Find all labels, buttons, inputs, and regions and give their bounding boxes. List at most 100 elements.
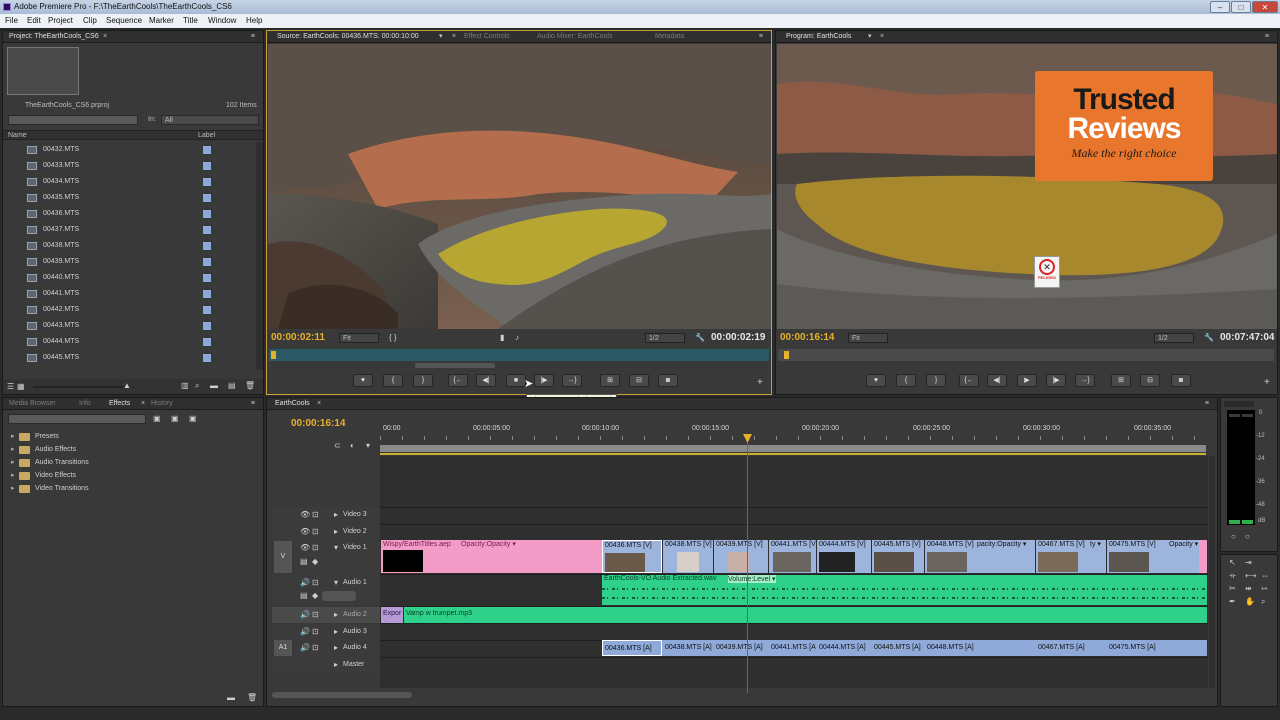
effects-search-input[interactable]: [8, 414, 146, 424]
accelerated-effects-icon[interactable]: ▣: [153, 414, 161, 424]
video-clip[interactable]: 00445.MTS [V]: [872, 540, 924, 573]
project-scrollbar[interactable]: [256, 142, 263, 370]
video-clip[interactable]: 00439.MTS [V]: [714, 540, 768, 573]
list-item[interactable]: 00441.MTS: [3, 286, 255, 302]
lock-icon[interactable]: ⊡: [312, 643, 319, 653]
export-frame-button[interactable]: ◙: [658, 374, 678, 387]
label-column-header[interactable]: Label: [198, 131, 215, 140]
eye-icon[interactable]: 👁: [300, 510, 310, 520]
menu-file[interactable]: File: [5, 14, 18, 28]
slide-tool-icon[interactable]: ⇿: [1261, 584, 1268, 594]
speaker-icon[interactable]: 🔊: [300, 627, 310, 637]
go-to-out-button[interactable]: →}: [562, 374, 582, 387]
automate-icon[interactable]: ▥: [181, 381, 189, 391]
lock-icon[interactable]: ⊡: [312, 627, 319, 637]
menu-window[interactable]: Window: [208, 14, 236, 28]
expand-triangle-icon[interactable]: ▸: [334, 627, 338, 637]
audio-clip[interactable]: 00448.MTS [A]: [925, 640, 1035, 656]
rate-stretch-tool-icon[interactable]: ⇔: [1261, 571, 1269, 581]
lift-button[interactable]: ⊞: [1111, 374, 1131, 387]
source-playhead-timecode[interactable]: 00:00:02:11: [271, 332, 325, 344]
collapse-triangle-icon[interactable]: ▾: [334, 578, 338, 588]
minimize-button[interactable]: –: [1210, 1, 1230, 13]
audio-clip[interactable]: 00441.MTS [A]: [769, 640, 816, 656]
add-marker-button[interactable]: ♥: [353, 374, 373, 387]
list-item[interactable]: 00445.MTS: [3, 350, 255, 366]
solo-right-icon[interactable]: ○: [1245, 532, 1250, 542]
tab-history[interactable]: History: [151, 398, 173, 410]
rolling-edit-tool-icon[interactable]: ⟷: [1245, 571, 1256, 581]
list-item[interactable]: 00444.MTS: [3, 334, 255, 350]
list-item[interactable]: 00433.MTS: [3, 158, 255, 174]
audio-clip[interactable]: 00444.MTS [A]: [817, 640, 871, 656]
lock-icon[interactable]: ⊡: [312, 610, 319, 620]
export-frame-button[interactable]: ◙: [1171, 374, 1191, 387]
panel-menu-icon[interactable]: ≡: [251, 398, 255, 410]
timeline-vertical-scrollbar[interactable]: [1209, 456, 1215, 688]
voiceover-audio-clip[interactable]: EarthCools-VO Audio Extracted.wav Volume…: [602, 575, 1207, 605]
tab-source[interactable]: Source: EarthCools: 00436.MTS: 00:00:10:…: [277, 31, 419, 43]
tab-media-browser[interactable]: Media Browser: [9, 398, 56, 410]
step-forward-button[interactable]: |▶: [1046, 374, 1066, 387]
title-clip[interactable]: Wispy/EarthTitles.aep Opacity:Opacity ▾: [381, 540, 602, 573]
in-dropdown[interactable]: All: [161, 115, 259, 125]
trash-icon[interactable]: 🗑: [247, 693, 257, 703]
go-to-in-button[interactable]: {←: [448, 374, 468, 387]
tab-info[interactable]: Info: [79, 398, 91, 410]
program-timeline-bar[interactable]: [778, 349, 1274, 361]
audio-clip[interactable]: 00467.MTS [A]: [1036, 640, 1106, 656]
expand-triangle-icon[interactable]: ▸: [334, 610, 338, 620]
track-select-tool-icon[interactable]: ⇥: [1245, 558, 1252, 568]
timeline-zoom-scroll[interactable]: [272, 692, 412, 698]
list-item[interactable]: 00432.MTS: [3, 142, 255, 158]
menu-title[interactable]: Title: [183, 14, 198, 28]
audio-clip[interactable]: Expor: [381, 607, 403, 623]
extract-button[interactable]: ⊟: [1140, 374, 1160, 387]
list-item[interactable]: 00442.MTS: [3, 302, 255, 318]
speaker-icon[interactable]: 🔊: [300, 610, 310, 620]
program-dropdown-icon[interactable]: ▾: [868, 31, 872, 43]
add-marker-button[interactable]: ♥: [866, 374, 886, 387]
source-dropdown-icon[interactable]: ▾: [439, 31, 443, 43]
keyframe-nav[interactable]: [322, 591, 356, 601]
source-zoom-scroll[interactable]: [415, 363, 495, 368]
wrench-icon[interactable]: 🔧: [1204, 333, 1214, 343]
timeline-ruler[interactable]: 00:00 00:00:05:00 00:00:10:00 00:00:15:0…: [380, 425, 1206, 455]
hand-tool-icon[interactable]: ✋: [1245, 597, 1255, 607]
settings-icon[interactable]: { }: [389, 333, 397, 343]
zoom-slider[interactable]: [33, 386, 123, 388]
pen-tool-icon[interactable]: ✒: [1229, 597, 1236, 607]
step-back-button[interactable]: ◀|: [476, 374, 496, 387]
source-fit-dropdown[interactable]: Fit: [339, 333, 379, 343]
play-stop-button[interactable]: ■: [506, 374, 526, 387]
zoom-tool-icon[interactable]: ⌕: [1261, 597, 1265, 607]
tab-metadata[interactable]: Metadata: [655, 31, 684, 43]
expand-triangle-icon[interactable]: ▸: [334, 643, 338, 653]
mark-in-button[interactable]: {: [383, 374, 403, 387]
list-item[interactable]: 00435.MTS: [3, 190, 255, 206]
tab-effect-controls[interactable]: Effect Controls: [464, 31, 510, 43]
play-button[interactable]: ▶: [1017, 374, 1037, 387]
marker-icon[interactable]: ▾: [366, 441, 370, 451]
menu-sequence[interactable]: Sequence: [106, 14, 142, 28]
lock-icon[interactable]: ⊡: [312, 578, 319, 588]
add-marker-icon[interactable]: ◐: [350, 441, 355, 451]
eye-icon[interactable]: 👁: [300, 527, 310, 537]
lock-icon[interactable]: ⊡: [312, 543, 319, 553]
razor-tool-icon[interactable]: ✂: [1229, 584, 1236, 594]
keyframe-icon[interactable]: ◆: [312, 591, 318, 601]
panel-menu-icon[interactable]: ≡: [1205, 398, 1209, 410]
menu-project[interactable]: Project: [48, 14, 73, 28]
list-item[interactable]: 00437.MTS: [3, 222, 255, 238]
panel-menu-icon[interactable]: ≡: [1265, 31, 1269, 43]
project-search-input[interactable]: [8, 115, 138, 125]
keyframe-icon[interactable]: ◆: [312, 557, 318, 567]
video-clip[interactable]: 00436.MTS [V]: [602, 540, 662, 573]
program-playhead-timecode[interactable]: 00:00:16:14: [780, 332, 834, 344]
program-resolution-dropdown[interactable]: 1/2: [1154, 333, 1194, 343]
audio-clip[interactable]: 00436.MTS [A]: [602, 640, 662, 656]
title-clip[interactable]: [1199, 540, 1207, 573]
video-clip[interactable]: 00441.MTS [V]: [769, 540, 816, 573]
tab-timeline[interactable]: EarthCools: [275, 398, 310, 410]
close-icon[interactable]: ×: [103, 31, 107, 43]
